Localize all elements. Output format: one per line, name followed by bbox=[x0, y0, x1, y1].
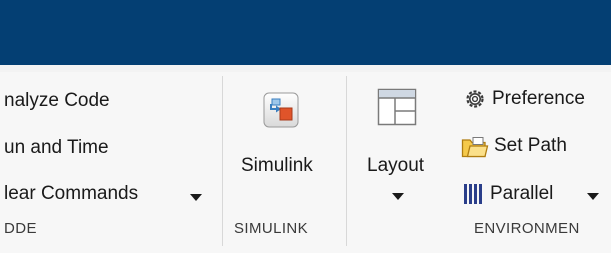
layout-dropdown-icon[interactable] bbox=[392, 193, 404, 200]
preferences-button[interactable]: Preference bbox=[492, 88, 585, 110]
folder-icon[interactable] bbox=[461, 136, 489, 158]
title-bar bbox=[0, 0, 611, 65]
set-path-button[interactable]: Set Path bbox=[494, 135, 567, 157]
set-path-label: Set Path bbox=[494, 135, 567, 156]
simulink-button[interactable]: Simulink bbox=[241, 155, 313, 177]
environment-section-label: ENVIRONMEN bbox=[474, 220, 580, 237]
section-separator-simulink-environment bbox=[346, 76, 347, 246]
parallel-button[interactable]: Parallel bbox=[490, 183, 553, 205]
analyze-code-label: nalyze Code bbox=[4, 90, 110, 111]
clear-commands-label: lear Commands bbox=[4, 183, 139, 204]
simulink-icon[interactable] bbox=[263, 92, 299, 128]
analyze-code-button[interactable]: nalyze Code bbox=[4, 90, 110, 112]
parallel-label: Parallel bbox=[490, 183, 554, 204]
preferences-label: Preference bbox=[492, 88, 585, 109]
parallel-dropdown-icon[interactable] bbox=[587, 193, 599, 200]
simulink-label: Simulink bbox=[241, 155, 313, 176]
section-separator-code-simulink bbox=[222, 76, 223, 246]
parallel-icon[interactable] bbox=[463, 183, 485, 205]
layout-button[interactable]: Layout bbox=[367, 155, 424, 177]
gear-icon[interactable] bbox=[464, 88, 486, 110]
clear-commands-button[interactable]: lear Commands bbox=[4, 183, 138, 205]
code-section-label: DDE bbox=[4, 220, 37, 237]
layout-icon[interactable] bbox=[377, 88, 417, 126]
clear-commands-dropdown-icon[interactable] bbox=[190, 194, 202, 201]
simulink-section-label: SIMULINK bbox=[234, 220, 309, 237]
run-and-time-label: un and Time bbox=[4, 137, 109, 158]
layout-label: Layout bbox=[367, 155, 425, 176]
run-and-time-button[interactable]: un and Time bbox=[4, 137, 109, 159]
